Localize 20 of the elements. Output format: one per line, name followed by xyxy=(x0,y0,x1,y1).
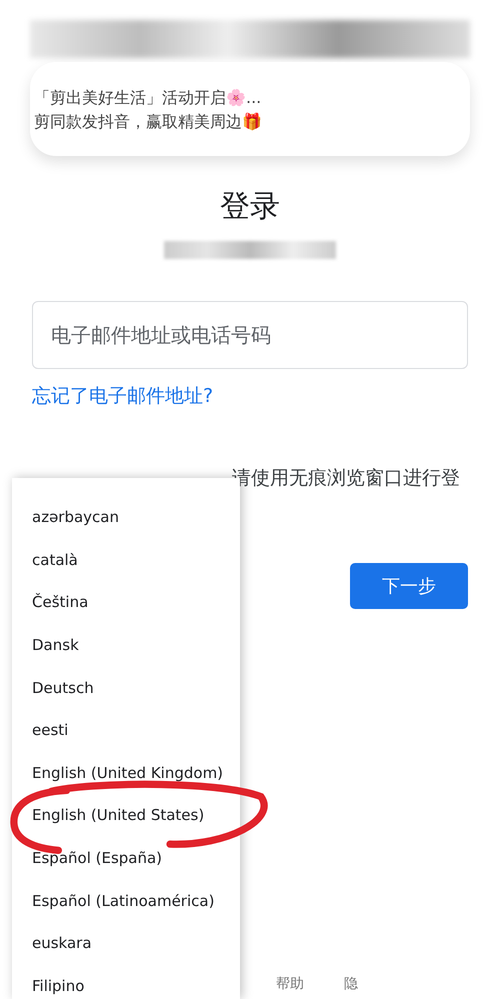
language-option[interactable]: English (United Kingdom) xyxy=(12,752,240,794)
language-option[interactable]: euskara xyxy=(12,922,240,965)
page-title: 登录 xyxy=(220,188,280,226)
email-field[interactable]: 电子邮件地址或电话号码 xyxy=(32,301,468,369)
notification-text: 剪同款发抖音，赢取精美周边🎁 xyxy=(34,111,263,133)
language-option[interactable]: azərbaycan xyxy=(12,496,240,539)
footer-link[interactable]: 隐 xyxy=(344,975,358,993)
forgot-email-link[interactable]: 忘记了电子邮件地址? xyxy=(32,383,214,409)
language-option[interactable]: Filipino xyxy=(12,964,240,999)
language-option[interactable]: Español (España) xyxy=(12,836,240,880)
notification-text: 「剪出美好生活」活动开启🌸... xyxy=(34,87,262,109)
language-option[interactable]: eesti xyxy=(12,708,240,752)
footer-link[interactable]: 帮助 xyxy=(276,975,304,993)
language-option[interactable]: Español (Latinoamérica) xyxy=(12,879,240,922)
next-button[interactable]: 下一步 xyxy=(350,563,468,609)
language-option[interactable]: English (United States) xyxy=(12,794,240,837)
language-option[interactable]: Čeština xyxy=(12,581,240,624)
language-option[interactable]: Deutsch xyxy=(12,666,240,709)
language-option[interactable]: català xyxy=(12,538,240,582)
language-option[interactable]: Dansk xyxy=(12,624,240,666)
